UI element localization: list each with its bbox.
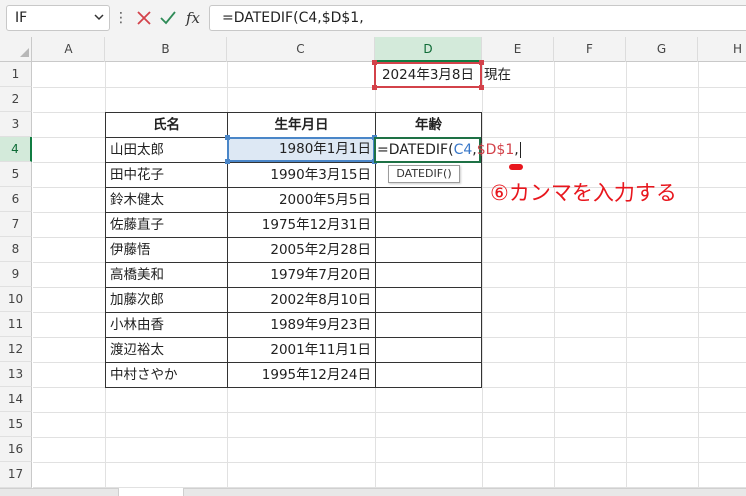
table-cell-age[interactable] — [375, 337, 482, 363]
cell-e1-label: 現在 — [484, 67, 511, 83]
more-options-icon[interactable]: ⋮ — [114, 6, 128, 30]
insert-function-icon[interactable]: fx — [182, 6, 204, 30]
sheet-tab-bar — [0, 488, 746, 496]
row-header-16[interactable]: 16 — [0, 437, 32, 462]
table-cell-age[interactable] — [375, 287, 482, 313]
row-header-12[interactable]: 12 — [0, 337, 32, 362]
column-header-h[interactable]: H — [698, 37, 746, 62]
table-cell-age[interactable] — [375, 187, 482, 213]
range-handle[interactable] — [372, 85, 377, 90]
table-cell-birthdate[interactable]: 1989年9月23日 — [227, 312, 376, 338]
range-handle[interactable] — [225, 159, 230, 164]
table-cell-name[interactable]: 高橋美和 — [105, 262, 228, 288]
table-cell-name[interactable]: 伊藤悟 — [105, 237, 228, 263]
table-cell-birthdate[interactable]: 2000年5月5日 — [227, 187, 376, 213]
table-cell-birthdate[interactable]: 1975年12月31日 — [227, 212, 376, 238]
table-cell-birthdate[interactable]: 1979年7月20日 — [227, 262, 376, 288]
row-header-6[interactable]: 6 — [0, 187, 32, 212]
formula-ref-c4: C4 — [453, 142, 473, 158]
range-handle[interactable] — [225, 135, 230, 140]
row-header-15[interactable]: 15 — [0, 412, 32, 437]
row-header-10[interactable]: 10 — [0, 287, 32, 312]
row-header-3[interactable]: 3 — [0, 112, 32, 137]
enter-checkmark-icon[interactable] — [158, 7, 178, 29]
column-header-e[interactable]: E — [482, 37, 554, 62]
row-header-1[interactable]: 1 — [0, 62, 32, 87]
formula-input[interactable]: =DATEDIF(C4,$D$1, — [209, 5, 746, 31]
table-cell-age[interactable] — [375, 312, 482, 338]
cancel-icon[interactable] — [134, 7, 154, 29]
comma-highlight-mark — [509, 164, 523, 170]
in-cell-formula[interactable]: =DATEDIF(C4,$D$1, — [377, 138, 537, 162]
column-header-b[interactable]: B — [105, 37, 227, 62]
table-cell-name[interactable]: 田中花子 — [105, 162, 228, 188]
row-header-8[interactable]: 8 — [0, 237, 32, 262]
select-all-triangle-icon[interactable] — [20, 48, 29, 57]
column-header-a[interactable]: A — [33, 37, 105, 62]
table-cell-age[interactable] — [375, 212, 482, 238]
formula-prefix: =DATEDIF( — [377, 142, 454, 158]
table-cell-age[interactable] — [375, 262, 482, 288]
column-header-d[interactable]: D — [375, 37, 482, 62]
row-header-5[interactable]: 5 — [0, 162, 32, 187]
chevron-down-icon[interactable] — [90, 5, 108, 31]
column-header-c[interactable]: C — [227, 37, 375, 62]
function-tooltip[interactable]: DATEDIF() — [388, 165, 460, 183]
table-cell-name[interactable]: 山田太郎 — [105, 137, 228, 163]
text-cursor — [519, 142, 521, 158]
table-cell-name[interactable]: 佐藤直子 — [105, 212, 228, 238]
row-header-9[interactable]: 9 — [0, 262, 32, 287]
table-header-birthdate[interactable]: 生年月日 — [227, 112, 376, 138]
table-cell-birthdate[interactable]: 2005年2月28日 — [227, 237, 376, 263]
table-cell-birthdate[interactable]: 1995年12月24日 — [227, 362, 376, 388]
table-cell-birthdate[interactable]: 2001年11月1日 — [227, 337, 376, 363]
column-header-g[interactable]: G — [626, 37, 698, 62]
row-header-4[interactable]: 4 — [0, 137, 32, 162]
cell-d1-date: 2024年3月8日 — [381, 67, 475, 83]
formula-tail: , — [514, 142, 519, 158]
row-header-13[interactable]: 13 — [0, 362, 32, 387]
row-header-2[interactable]: 2 — [0, 87, 32, 112]
row-header-17[interactable]: 17 — [0, 462, 32, 488]
table-header-name[interactable]: 氏名 — [105, 112, 228, 138]
formula-ref-d1: $D$1 — [476, 142, 515, 158]
table-cell-age[interactable] — [375, 237, 482, 263]
sheet-tab[interactable] — [118, 488, 184, 496]
table-cell-name[interactable]: 鈴木健太 — [105, 187, 228, 213]
table-cell-birthdate[interactable]: 2002年8月10日 — [227, 287, 376, 313]
table-cell-name[interactable]: 渡辺裕太 — [105, 337, 228, 363]
column-header-f[interactable]: F — [554, 37, 626, 62]
row-header-7[interactable]: 7 — [0, 212, 32, 237]
table-cell-name[interactable]: 加藤次郎 — [105, 287, 228, 313]
table-cell-birthdate[interactable]: 1990年3月15日 — [227, 162, 376, 188]
cell-c4-date: 1980年1月1日 — [278, 141, 371, 157]
row-header-14[interactable]: 14 — [0, 387, 32, 412]
table-header-age[interactable]: 年齢 — [375, 112, 482, 138]
instruction-annotation: ⑥カンマを入力する — [490, 181, 677, 205]
range-handle[interactable] — [372, 60, 377, 65]
table-cell-age[interactable] — [375, 362, 482, 388]
table-cell-name[interactable]: 小林由香 — [105, 312, 228, 338]
table-cell-name[interactable]: 中村さやか — [105, 362, 228, 388]
row-header-11[interactable]: 11 — [0, 312, 32, 337]
